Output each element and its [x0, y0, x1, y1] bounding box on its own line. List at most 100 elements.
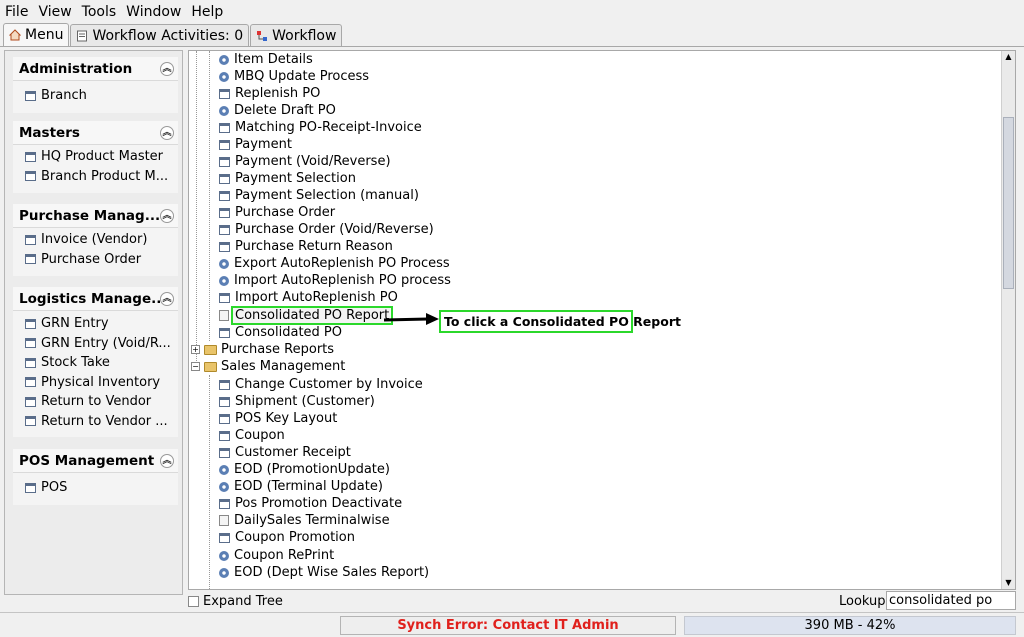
sidebar-item-stock-take[interactable]: Stock Take [13, 353, 178, 373]
menu-file[interactable]: File [0, 4, 33, 20]
collapse-icon[interactable]: ︽ [160, 125, 174, 140]
group-header[interactable]: Logistics Manage... ︽ [13, 287, 178, 311]
tree-item-dailysales-terminalwise[interactable]: DailySales Terminalwise [219, 512, 390, 529]
expand-tree-label[interactable]: Expand Tree [203, 594, 283, 609]
tree-item-label: Delete Draft PO [234, 103, 336, 118]
tree-item-payment[interactable]: Payment [219, 136, 292, 153]
scroll-thumb[interactable] [1003, 117, 1014, 289]
tree-item-matching-po-receipt-invoice[interactable]: Matching PO-Receipt-Invoice [219, 119, 422, 136]
tree-item-coupon[interactable]: Coupon [219, 427, 285, 444]
tree-item-mbq-update-process[interactable]: MBQ Update Process [219, 68, 369, 85]
sidebar-item-invoice-vendor[interactable]: Invoice (Vendor) [13, 230, 178, 250]
group-title: Administration [19, 60, 133, 77]
tab-workflow-activities-label: Workflow Activities: 0 [92, 27, 244, 44]
tree-item-label: EOD (Dept Wise Sales Report) [234, 565, 430, 580]
tree-line [209, 375, 210, 589]
sidebar-item-branch-product-master[interactable]: Branch Product M... [13, 167, 178, 187]
tree-item-customer-receipt[interactable]: Customer Receipt [219, 444, 351, 461]
tree-item-label: MBQ Update Process [234, 69, 370, 84]
scroll-up-icon[interactable]: ▲ [1002, 51, 1015, 63]
tree-item-pos-key-layout[interactable]: POS Key Layout [219, 410, 337, 427]
expand-tree-checkbox[interactable] [188, 595, 199, 607]
tree-item-label: Customer Receipt [235, 445, 351, 460]
tree-item-import-autoreplenish-po-process[interactable]: Import AutoReplenish PO process [219, 272, 451, 289]
tree-item-label: Consolidated PO Report [231, 306, 394, 325]
tree-item-payment-selection[interactable]: Payment Selection [219, 170, 356, 187]
tree-item-item-details[interactable]: Item Details [219, 51, 313, 68]
window-icon [219, 413, 230, 424]
menu-help[interactable]: Help [186, 4, 228, 20]
sync-error-button[interactable]: Synch Error: Contact IT Admin [340, 616, 676, 635]
window-icon [219, 173, 230, 184]
tree-item-delete-draft-po[interactable]: Delete Draft PO [219, 102, 336, 119]
tree-folder-sales-management[interactable]: − Sales Management [191, 358, 345, 375]
collapse-icon[interactable]: ︽ [160, 291, 174, 306]
gear-icon [219, 275, 229, 286]
tab-workflow-activities[interactable]: Workflow Activities: 0 [70, 24, 250, 46]
gear-icon [219, 54, 229, 65]
window-icon [219, 379, 230, 390]
tree-scrollbar[interactable]: ▲ ▼ [1001, 51, 1015, 589]
tree-item-payment-selection-manual[interactable]: Payment Selection (manual) [219, 187, 419, 204]
tree-item-consolidated-po[interactable]: Consolidated PO [219, 324, 342, 341]
tree-item-purchase-order[interactable]: Purchase Order [219, 204, 335, 221]
tree-item-coupon-reprint[interactable]: Coupon RePrint [219, 547, 334, 564]
window-icon [25, 357, 36, 368]
tree-item-coupon-promotion[interactable]: Coupon Promotion [219, 529, 355, 546]
document-icon [77, 30, 88, 41]
group-header[interactable]: Masters ︽ [13, 121, 178, 145]
scroll-down-icon[interactable]: ▼ [1002, 577, 1015, 589]
group-title: Masters [19, 124, 80, 141]
expand-icon[interactable]: + [191, 345, 200, 354]
tree-item-import-autoreplenish-po[interactable]: Import AutoReplenish PO [219, 289, 398, 306]
menu-bar: File View Tools Window Help [0, 0, 1024, 24]
tree-options-bar: Expand Tree Lookup [188, 591, 1016, 610]
sidebar-item-grn-entry-void[interactable]: GRN Entry (Void/R... [13, 334, 178, 354]
sidebar-item-physical-inventory[interactable]: Physical Inventory [13, 373, 178, 393]
tree-item-payment-void-reverse[interactable]: Payment (Void/Reverse) [219, 153, 391, 170]
collapse-icon[interactable]: ︽ [160, 61, 174, 76]
lookup-input[interactable] [886, 591, 1016, 610]
tree-item-change-customer-by-invoice[interactable]: Change Customer by Invoice [219, 376, 423, 393]
collapse-icon[interactable]: − [191, 362, 200, 371]
group-header[interactable]: POS Management ︽ [13, 449, 178, 473]
group-header[interactable]: Purchase Manag... ︽ [13, 204, 178, 228]
tree-item-shipment-customer[interactable]: Shipment (Customer) [219, 393, 375, 410]
sidebar-item-label: GRN Entry (Void/R... [41, 335, 171, 351]
sidebar-item-grn-entry[interactable]: GRN Entry [13, 314, 178, 334]
tree-item-eod-promotionupdate[interactable]: EOD (PromotionUpdate) [219, 461, 390, 478]
window-icon [219, 207, 230, 218]
group-header[interactable]: Administration ︽ [13, 57, 178, 81]
menu-window[interactable]: Window [121, 4, 186, 20]
collapse-icon[interactable]: ︽ [160, 208, 174, 223]
menu-tools[interactable]: Tools [77, 4, 122, 20]
sidebar-item-return-to-vendor[interactable]: Return to Vendor [13, 392, 178, 412]
sidebar-item-return-to-vendor-2[interactable]: Return to Vendor ... [13, 412, 178, 432]
folder-open-icon [204, 361, 217, 372]
tree-item-eod-terminal-update[interactable]: EOD (Terminal Update) [219, 478, 383, 495]
sidebar-item-branch[interactable]: Branch [13, 86, 178, 106]
memory-usage[interactable]: 390 MB - 42% [684, 616, 1016, 635]
sidebar-item-purchase-order[interactable]: Purchase Order [13, 250, 178, 270]
tree-item-replenish-po[interactable]: Replenish PO [219, 85, 320, 102]
tab-workflow[interactable]: Workflow [250, 24, 343, 46]
tree-item-pos-promotion-deactivate[interactable]: Pos Promotion Deactivate [219, 495, 402, 512]
home-icon [9, 29, 21, 41]
menu-view[interactable]: View [33, 4, 76, 20]
tree-folder-purchase-reports[interactable]: + Purchase Reports [191, 341, 334, 358]
tree-item-consolidated-po-report[interactable]: Consolidated PO Report [219, 306, 394, 325]
tree-item-label: Replenish PO [235, 86, 321, 101]
tree-item-purchase-return-reason[interactable]: Purchase Return Reason [219, 238, 393, 255]
tree-item-purchase-order-void-reverse[interactable]: Purchase Order (Void/Reverse) [219, 221, 434, 238]
sidebar-item-hq-product-master[interactable]: HQ Product Master [13, 147, 178, 167]
tree-item-label: Export AutoReplenish PO Process [234, 256, 450, 271]
sidebar-item-pos[interactable]: POS [13, 478, 178, 498]
window-icon [25, 338, 36, 349]
collapse-icon[interactable]: ︽ [160, 453, 174, 468]
tree-item-label: Item Details [234, 52, 313, 67]
sidebar-item-label: Return to Vendor [41, 394, 152, 410]
gear-icon [219, 550, 229, 561]
tab-menu[interactable]: Menu [3, 23, 70, 46]
tree-item-eod-dept-wise-sales-report[interactable]: EOD (Dept Wise Sales Report) [219, 564, 429, 581]
tree-item-export-autoreplenish-po-process[interactable]: Export AutoReplenish PO Process [219, 255, 450, 272]
